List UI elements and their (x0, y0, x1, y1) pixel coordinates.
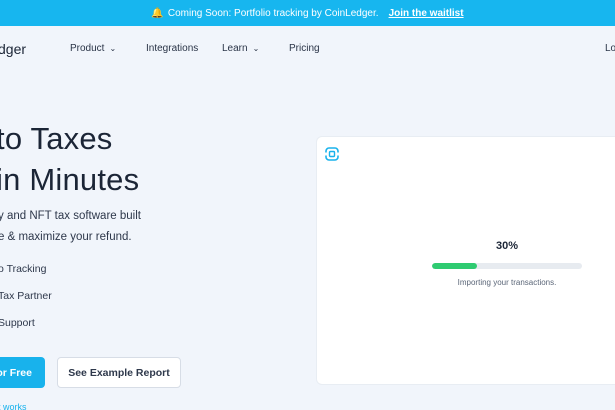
hero-description: y and NFT tax software built e & maximiz… (0, 206, 141, 248)
start-for-free-button[interactable]: or Free (0, 357, 45, 388)
brand-logo[interactable]: dger (0, 41, 26, 57)
nav-item-label: Pricing (289, 43, 320, 54)
nav-item-label: Learn (222, 43, 248, 54)
hero-description-line: e & maximize your refund. (0, 231, 132, 243)
nav-item-integrations[interactable]: Integrations (146, 43, 198, 54)
how-it-works-link[interactable]: it works (0, 402, 27, 410)
top-navigation: dger Product ⌄ Integrations Learn ⌄ Pric… (0, 26, 615, 72)
chevron-down-icon: ⌄ (252, 44, 260, 53)
hero-title-line: to Taxes (0, 121, 113, 156)
nav-item-learn[interactable]: Learn ⌄ (222, 43, 259, 54)
banner-text: Coming Soon: Portfolio tracking by CoinL… (167, 7, 379, 19)
progress-bar-fill (432, 263, 477, 269)
feature-list: o Tracking Tax Partner Support (0, 263, 52, 344)
nav-item-label: Integrations (146, 43, 199, 54)
nav-item-product[interactable]: Product ⌄ (70, 43, 116, 54)
progress-percentage: 30% (495, 240, 519, 252)
login-link[interactable]: Lo (605, 43, 615, 54)
see-example-report-button[interactable]: See Example Report (57, 357, 181, 388)
feature-item: o Tracking (0, 263, 47, 275)
hero-title: to Taxes in Minutes (0, 118, 139, 200)
progress-bar (432, 263, 582, 269)
hero-description-line: y and NFT tax software built (0, 210, 141, 222)
join-waitlist-link[interactable]: Join the waitlist (389, 8, 464, 19)
chevron-down-icon: ⌄ (109, 44, 117, 53)
feature-item: Tax Partner (0, 290, 52, 302)
import-progress-card: 30% Importing your transactions. (316, 136, 615, 385)
nav-item-label: Product (70, 43, 105, 54)
progress-status: Importing your transactions. (457, 278, 557, 287)
nav-item-pricing[interactable]: Pricing (289, 43, 320, 54)
feature-item: Support (0, 317, 35, 329)
hero-title-line: in Minutes (0, 162, 140, 197)
bell-icon: 🔔 (151, 7, 164, 19)
announcement-banner: 🔔 Coming Soon: Portfolio tracking by Coi… (0, 0, 615, 26)
coinledger-logo-icon (325, 147, 339, 161)
